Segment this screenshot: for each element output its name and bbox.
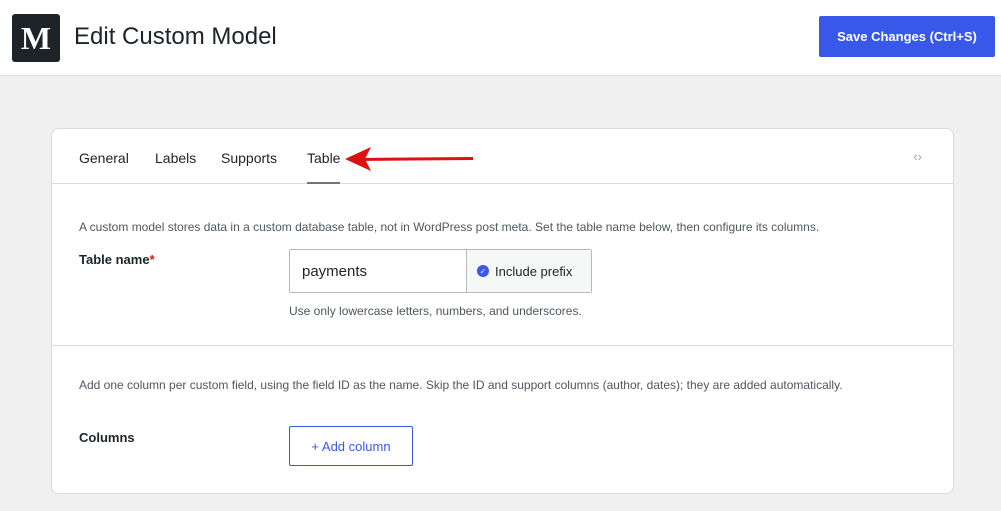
- include-prefix-toggle[interactable]: ✓ Include prefix: [467, 250, 591, 292]
- save-changes-button[interactable]: Save Changes (Ctrl+S): [819, 16, 995, 57]
- table-description: A custom model stores data in a custom d…: [79, 220, 820, 234]
- table-name-section: A custom model stores data in a custom d…: [52, 184, 953, 346]
- check-circle-icon: ✓: [477, 265, 489, 277]
- tab-table[interactable]: Table: [307, 149, 341, 184]
- required-marker: *: [149, 252, 155, 267]
- columns-description: Add one column per custom field, using t…: [79, 378, 843, 392]
- top-bar: M Edit Custom Model Save Changes (Ctrl+S…: [0, 0, 1001, 76]
- tab-supports[interactable]: Supports: [221, 149, 277, 167]
- table-name-input[interactable]: [290, 250, 467, 292]
- code-toggle-icon[interactable]: ‹›: [913, 149, 922, 164]
- tab-bar: General Labels Supports Table ‹›: [52, 129, 953, 184]
- settings-card: General Labels Supports Table ‹› A custo…: [51, 128, 954, 494]
- add-column-button[interactable]: + Add column: [289, 426, 413, 466]
- page-title: Edit Custom Model: [74, 23, 277, 50]
- logo: M: [12, 14, 60, 62]
- columns-section: Add one column per custom field, using t…: [52, 346, 953, 493]
- include-prefix-label: Include prefix: [495, 263, 573, 279]
- table-name-label: Table name*: [79, 252, 155, 267]
- tab-labels[interactable]: Labels: [155, 149, 196, 167]
- red-arrow-icon: [345, 147, 473, 171]
- tab-general[interactable]: General: [79, 149, 129, 167]
- table-name-hint: Use only lowercase letters, numbers, and…: [289, 304, 582, 318]
- table-name-input-group: ✓ Include prefix: [289, 249, 592, 293]
- arrow-shaft: [355, 157, 473, 161]
- columns-label: Columns: [79, 430, 135, 445]
